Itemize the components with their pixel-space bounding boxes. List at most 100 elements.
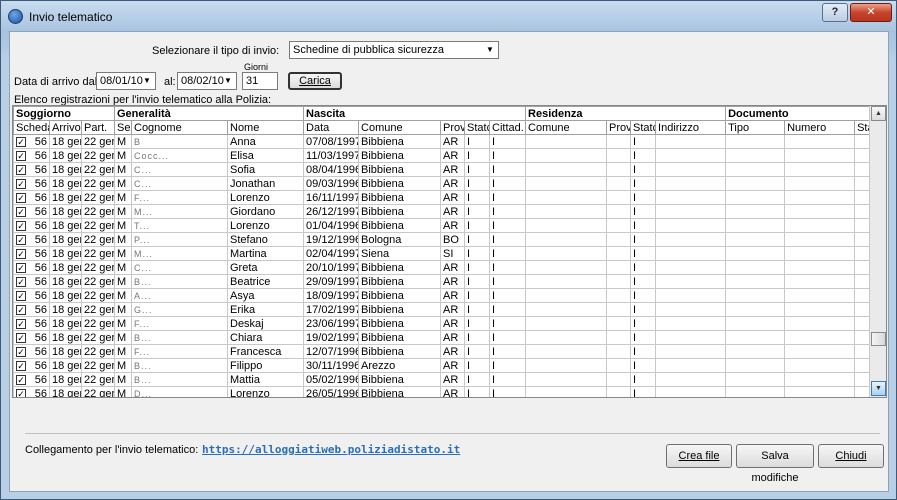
column-header[interactable]: Data — [303, 120, 360, 135]
checkbox-checked-icon[interactable]: ✓ — [16, 206, 26, 217]
table-row[interactable]: ✓ 5618 gen22 genMM...Martina02/04/1997Sie… — [13, 246, 871, 261]
doc-stato-cell — [854, 246, 871, 261]
scheda-cell[interactable]: ✓ 56 — [13, 218, 50, 233]
column-header[interactable]: Indirizzo — [655, 120, 727, 135]
carica-button[interactable]: Carica — [288, 72, 342, 90]
part-cell: 22 gen — [81, 344, 115, 359]
table-row[interactable]: ✓ 5618 gen22 genMA...Asya18/09/1997Bibbie… — [13, 288, 871, 303]
column-header[interactable]: Statc — [464, 120, 491, 135]
scheda-cell[interactable]: ✓ 56 — [13, 358, 50, 373]
giorni-input[interactable]: 31 — [242, 72, 278, 90]
checkbox-checked-icon[interactable]: ✓ — [16, 332, 26, 343]
scheda-cell[interactable]: ✓ 56 — [13, 246, 50, 261]
scheda-cell[interactable]: ✓ 56 — [13, 316, 50, 331]
column-header[interactable]: Sex — [114, 120, 132, 135]
data-dal-value: 08/01/10 — [100, 75, 143, 87]
sex-cell: M — [114, 232, 132, 247]
table-row[interactable]: ✓ 5618 gen22 genMBAnna07/08/1997BibbienaA… — [13, 134, 871, 149]
scheda-cell[interactable]: ✓ 56 — [13, 330, 50, 345]
table-row[interactable]: ✓ 5618 gen22 genMB...Beatrice29/09/1997Bi… — [13, 274, 871, 289]
checkbox-checked-icon[interactable]: ✓ — [16, 304, 26, 315]
checkbox-checked-icon[interactable]: ✓ — [16, 178, 26, 189]
checkbox-checked-icon[interactable]: ✓ — [16, 192, 26, 203]
scheda-cell[interactable]: ✓ 56 — [13, 204, 50, 219]
checkbox-checked-icon[interactable]: ✓ — [16, 262, 26, 273]
table-row[interactable]: ✓ 5618 gen22 genMF...Lorenzo16/11/1997Bib… — [13, 190, 871, 205]
checkbox-checked-icon[interactable]: ✓ — [16, 150, 26, 161]
table-row[interactable]: ✓ 5618 gen22 genMB...Chiara19/02/1997Bibb… — [13, 330, 871, 345]
table-row[interactable]: ✓ 5618 gen22 genMP...Stefano19/12/1996Bol… — [13, 232, 871, 247]
close-window-button[interactable]: ✕ — [850, 3, 892, 22]
checkbox-checked-icon[interactable]: ✓ — [16, 234, 26, 245]
column-header[interactable]: Part. — [81, 120, 115, 135]
scheda-cell[interactable]: ✓ 56 — [13, 386, 50, 397]
scheda-cell[interactable]: ✓ 56 — [13, 232, 50, 247]
chiudi-button[interactable]: Chiudi — [818, 444, 884, 468]
scroll-thumb[interactable] — [871, 332, 886, 346]
checkbox-checked-icon[interactable]: ✓ — [16, 346, 26, 357]
table-row[interactable]: ✓ 5618 gen22 genMC...Jonathan09/03/1996Bi… — [13, 176, 871, 191]
checkbox-checked-icon[interactable]: ✓ — [16, 276, 26, 287]
column-header[interactable]: Statc — [854, 120, 871, 135]
table-row[interactable]: ✓ 5618 gen22 genMB...Mattia05/02/1996Bibb… — [13, 372, 871, 387]
scheda-cell[interactable]: ✓ 56 — [13, 274, 50, 289]
scheda-cell[interactable]: ✓ 56 — [13, 344, 50, 359]
column-header[interactable]: Cittad. — [489, 120, 527, 135]
cognome-cell: C... — [131, 260, 228, 275]
table-row[interactable]: ✓ 5618 gen22 genMC...Greta20/10/1997Bibbi… — [13, 260, 871, 275]
table-row[interactable]: ✓ 5618 gen22 genMB...Filippo30/11/1996Are… — [13, 358, 871, 373]
data-al-picker[interactable]: 08/02/10 ▼ — [177, 72, 237, 90]
column-header[interactable]: Tipo — [725, 120, 786, 135]
column-header[interactable]: Numero — [784, 120, 856, 135]
column-header[interactable]: Nome — [226, 120, 305, 135]
prov-cell: AR — [440, 190, 466, 205]
checkbox-checked-icon[interactable]: ✓ — [16, 388, 26, 397]
data-dal-picker[interactable]: 08/01/10 ▼ — [96, 72, 156, 90]
help-button[interactable]: ? — [822, 3, 848, 22]
alloggiatiweb-link[interactable]: https://alloggiatiweb.poliziadistato.it — [202, 443, 460, 456]
scheda-cell[interactable]: ✓ 56 — [13, 288, 50, 303]
checkbox-checked-icon[interactable]: ✓ — [16, 360, 26, 371]
scheda-cell[interactable]: ✓ 56 — [13, 176, 50, 191]
table-row[interactable]: ✓ 5618 gen22 genMF...Francesca12/07/1996B… — [13, 344, 871, 359]
cittad-cell: I — [489, 176, 527, 191]
table-row[interactable]: ✓ 5618 gen22 genMG...Erika17/02/1997Bibbi… — [13, 302, 871, 317]
scheda-cell[interactable]: ✓ 56 — [13, 302, 50, 317]
checkbox-checked-icon[interactable]: ✓ — [16, 136, 26, 147]
doc-tipo-cell — [725, 246, 786, 261]
grid-vertical-scrollbar[interactable]: ▲ ▼ — [869, 106, 886, 397]
column-header[interactable]: Scheda — [13, 120, 50, 135]
table-row[interactable]: ✓ 5618 gen22 genMCocc...Elisa11/03/1997Bi… — [13, 148, 871, 163]
checkbox-checked-icon[interactable]: ✓ — [16, 290, 26, 301]
column-header[interactable]: Arrivo — [49, 120, 82, 135]
column-header[interactable]: Statc — [630, 120, 657, 135]
scheda-cell[interactable]: ✓ 56 — [13, 190, 50, 205]
table-row[interactable]: ✓ 5618 gen22 genMM...Giordano26/12/1997Bi… — [13, 204, 871, 219]
column-header[interactable]: Prov — [606, 120, 632, 135]
checkbox-checked-icon[interactable]: ✓ — [16, 318, 26, 329]
scroll-up-icon[interactable]: ▲ — [871, 106, 886, 121]
scheda-cell[interactable]: ✓ 56 — [13, 148, 50, 163]
scheda-cell[interactable]: ✓ 56 — [13, 162, 50, 177]
scheda-cell[interactable]: ✓ 56 — [13, 260, 50, 275]
checkbox-checked-icon[interactable]: ✓ — [16, 374, 26, 385]
column-header[interactable]: Comune — [525, 120, 608, 135]
scheda-cell[interactable]: ✓ 56 — [13, 372, 50, 387]
scheda-cell[interactable]: ✓ 56 — [13, 134, 50, 149]
column-header[interactable]: Cognome — [131, 120, 228, 135]
scroll-down-icon[interactable]: ▼ — [871, 381, 886, 396]
column-header[interactable]: Prov — [440, 120, 466, 135]
table-row[interactable]: ✓ 5618 gen22 genMT...Lorenzo01/04/1996Bib… — [13, 218, 871, 233]
tipo-invio-select[interactable]: Schedine di pubblica sicurezza ▼ — [289, 41, 499, 59]
checkbox-checked-icon[interactable]: ✓ — [16, 164, 26, 175]
salva-modifiche-button[interactable]: Salva modifiche — [736, 444, 814, 484]
checkbox-checked-icon[interactable]: ✓ — [16, 248, 26, 259]
prov-cell: AR — [440, 288, 466, 303]
crea-file-button[interactable]: Crea file — [666, 444, 732, 468]
table-row[interactable]: ✓ 5618 gen22 genMF...Deskaj23/06/1997Bibb… — [13, 316, 871, 331]
nome-cell: Lorenzo — [226, 190, 305, 205]
column-header[interactable]: Comune — [358, 120, 442, 135]
checkbox-checked-icon[interactable]: ✓ — [16, 220, 26, 231]
table-row[interactable]: ✓ 5618 gen22 genMD...Lorenzo26/05/1996Bib… — [13, 386, 871, 397]
table-row[interactable]: ✓ 5618 gen22 genMC...Sofia08/04/1996Bibbi… — [13, 162, 871, 177]
